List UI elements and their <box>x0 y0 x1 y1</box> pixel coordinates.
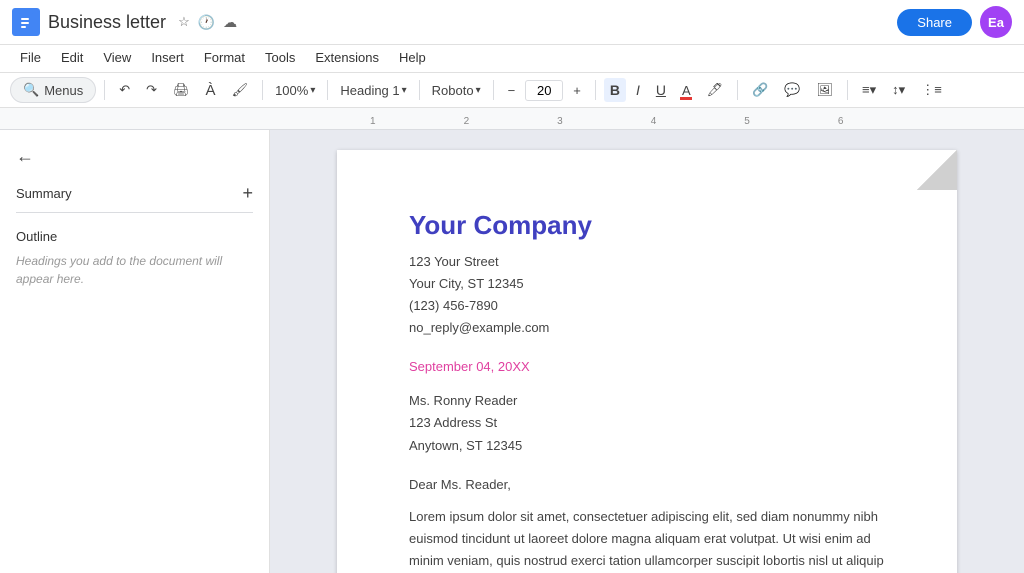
underline-button[interactable]: U <box>650 78 672 102</box>
letter-date[interactable]: September 04, 20XX <box>409 359 885 374</box>
summary-section-header: Summary + <box>16 183 253 204</box>
font-color-button[interactable]: A <box>676 79 697 102</box>
menu-file[interactable]: File <box>12 47 49 68</box>
recipient-line-2: 123 Address St <box>409 412 885 434</box>
outline-hint: Headings you add to the document will ap… <box>16 252 253 288</box>
menu-bar: File Edit View Insert Format Tools Exten… <box>0 45 1024 73</box>
star-icon[interactable]: ☆ <box>178 14 190 31</box>
document-area[interactable]: Your Company 123 Your Street Your City, … <box>270 130 1024 573</box>
page-fold-decoration <box>917 150 957 190</box>
paint-format-button[interactable]: 🖌 <box>226 78 255 102</box>
recipient-line-1: Ms. Ronny Reader <box>409 390 885 412</box>
font-color-icon: A <box>682 83 691 98</box>
document-outline-sidebar: ← Summary + Outline Headings you add to … <box>0 130 270 573</box>
toolbar: 🔍 Menus ↶ ↷ 🖨 À 🖌 100% ▾ Heading 1 ▾ Ro… <box>0 73 1024 108</box>
line-spacing-button[interactable]: ↕▾ <box>886 78 911 102</box>
sep-3 <box>327 80 328 100</box>
search-menus-button[interactable]: 🔍 Menus <box>10 77 96 103</box>
drive-icon[interactable]: ☁ <box>223 14 237 31</box>
italic-button[interactable]: I <box>630 78 646 102</box>
zoom-chevron-icon: ▾ <box>310 85 315 96</box>
company-name[interactable]: Your Company <box>409 210 885 241</box>
recipient-line-3: Anytown, ST 12345 <box>409 435 885 457</box>
salutation[interactable]: Dear Ms. Reader, <box>409 477 885 492</box>
document-page[interactable]: Your Company 123 Your Street Your City, … <box>337 150 957 573</box>
sidebar-back-button[interactable]: ← <box>16 146 34 167</box>
font-size-increase-button[interactable]: + <box>567 79 587 102</box>
docs-icon <box>12 8 40 36</box>
menu-edit[interactable]: Edit <box>53 47 91 68</box>
insert-image-button[interactable]: 🖼 <box>811 78 840 102</box>
address-line-2: Your City, ST 12345 <box>409 273 885 295</box>
company-address: 123 Your Street Your City, ST 12345 (123… <box>409 251 885 339</box>
address-line-1: 123 Your Street <box>409 251 885 273</box>
recipient-info: Ms. Ronny Reader 123 Address St Anytown,… <box>409 390 885 456</box>
menu-view[interactable]: View <box>95 47 139 68</box>
sep-1 <box>104 80 105 100</box>
align-button[interactable]: ≡▾ <box>856 78 882 102</box>
share-button[interactable]: Share <box>897 9 972 36</box>
zoom-level: 100% <box>275 83 308 98</box>
font-family-label: Roboto <box>432 83 474 98</box>
menu-help[interactable]: Help <box>391 47 434 68</box>
sidebar-divider <box>16 212 253 213</box>
title-bar: Business letter ☆ 🕐 ☁ Share Ea <box>0 0 1024 45</box>
more-options-button[interactable]: ⋮≡ <box>915 78 948 102</box>
ruler-marks: 1 2 3 4 5 6 <box>370 116 843 127</box>
menu-extensions[interactable]: Extensions <box>307 47 387 68</box>
main-area: ← Summary + Outline Headings you add to … <box>0 130 1024 573</box>
sep-2 <box>262 80 263 100</box>
menu-insert[interactable]: Insert <box>143 47 192 68</box>
sep-7 <box>737 80 738 100</box>
sep-5 <box>493 80 494 100</box>
bold-button[interactable]: B <box>604 78 626 102</box>
search-icon: 🔍 <box>23 82 39 98</box>
menu-tools[interactable]: Tools <box>257 47 303 68</box>
body-text[interactable]: Lorem ipsum dolor sit amet, consectetuer… <box>409 506 885 573</box>
summary-add-button[interactable]: + <box>242 183 253 204</box>
print-button[interactable]: 🖨 <box>167 78 196 102</box>
sep-8 <box>847 80 848 100</box>
title-icons: ☆ 🕐 ☁ <box>178 14 237 31</box>
ruler: 1 2 3 4 5 6 <box>0 108 1024 130</box>
heading-style-label: Heading 1 <box>340 83 399 98</box>
avatar[interactable]: Ea <box>980 6 1012 38</box>
menu-format[interactable]: Format <box>196 47 253 68</box>
highlight-color-button[interactable]: 🖊 <box>701 78 730 102</box>
sep-6 <box>595 80 596 100</box>
spell-check-button[interactable]: À <box>200 78 222 103</box>
outline-label: Outline <box>16 229 253 244</box>
redo-button[interactable]: ↷ <box>140 78 163 102</box>
document-title[interactable]: Business letter <box>48 12 166 33</box>
font-size-input[interactable]: 20 <box>525 80 563 101</box>
font-family-selector[interactable]: Roboto ▾ <box>428 81 485 100</box>
undo-button[interactable]: ↶ <box>113 78 136 102</box>
share-area: Share Ea <box>897 6 1012 38</box>
font-size-decrease-button[interactable]: − <box>502 79 522 102</box>
heading-style-selector[interactable]: Heading 1 ▾ <box>336 81 410 100</box>
search-menus-label: Menus <box>44 83 83 98</box>
heading-chevron-icon: ▾ <box>402 85 407 96</box>
summary-label: Summary <box>16 186 72 201</box>
sep-4 <box>419 80 420 100</box>
address-line-3: (123) 456-7890 <box>409 295 885 317</box>
zoom-selector[interactable]: 100% ▾ <box>271 81 319 100</box>
history-icon[interactable]: 🕐 <box>198 14 215 31</box>
insert-link-button[interactable]: 🔗 <box>746 78 774 102</box>
font-chevron-icon: ▾ <box>476 85 481 96</box>
insert-comment-button[interactable]: 💬 <box>778 78 806 102</box>
address-line-4: no_reply@example.com <box>409 317 885 339</box>
